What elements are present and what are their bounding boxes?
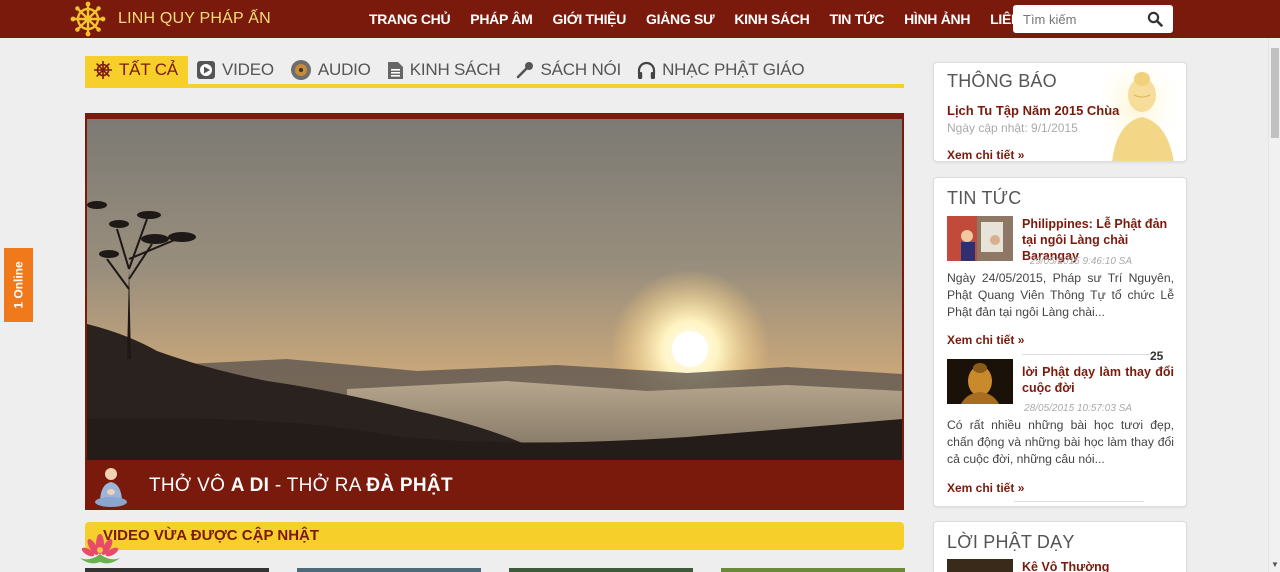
recent-videos-header: VIDEO VỪA ĐƯỢC CẬP NHẬT <box>85 522 904 550</box>
news-card: TIN TỨC Philippines: Lễ Phật đản tại ngô… <box>933 177 1187 507</box>
video-thumbnail[interactable] <box>509 568 693 572</box>
news-item-time: 29/05/2015 9:46:10 SA <box>1029 256 1132 267</box>
news-item-more-link[interactable]: Xem chi tiết » <box>947 333 1024 347</box>
buddha-thumbnail-image[interactable] <box>947 359 1013 404</box>
nav-images[interactable]: HÌNH ẢNH <box>894 0 980 38</box>
search-input[interactable] <box>1013 5 1138 33</box>
nav-about[interactable]: GIỚI THIỆU <box>543 0 637 38</box>
play-icon <box>196 61 215 79</box>
sunrise-landscape-image <box>87 119 902 460</box>
notice-card: THÔNG BÁO Lịch Tu Tập Năm 2015 Chùa Ngày… <box>933 62 1187 162</box>
notice-item-date: Ngày cập nhật: 9/1/2015 <box>947 121 1078 135</box>
tab-buddhist-music-label: NHẠC PHẬT GIÁO <box>662 60 805 79</box>
tab-audiobooks[interactable]: SÁCH NÓI <box>508 56 629 84</box>
tab-buddhist-music[interactable]: NHẠC PHẬT GIÁO <box>629 56 812 84</box>
news-thumbnail-image[interactable] <box>947 216 1013 261</box>
top-header: LINH QUY PHÁP ẤN TRANG CHỦ PHÁP ÂM GIỚI … <box>0 0 1280 38</box>
meditating-monk-icon <box>95 468 127 507</box>
main-nav: TRANG CHỦ PHÁP ÂM GIỚI THIỆU GIẢNG SƯ KI… <box>359 0 1053 38</box>
news-item-description: Có rất nhiều những bài học tươi đẹp, chấ… <box>947 418 1174 466</box>
teaching-item-title[interactable]: Kệ Vô Thường <box>1022 560 1109 572</box>
tab-video-label: VIDEO <box>221 60 274 79</box>
nav-home[interactable]: TRANG CHỦ <box>359 0 460 38</box>
notice-more-link[interactable]: Xem chi tiết » <box>947 148 1024 161</box>
tab-video[interactable]: VIDEO <box>188 56 282 84</box>
video-thumbnail[interactable] <box>297 568 481 572</box>
tab-all[interactable]: TẤT CẢ <box>85 56 188 84</box>
notice-item-title[interactable]: Lịch Tu Tập Năm 2015 Chùa <box>947 103 1119 118</box>
tab-books[interactable]: KINH SÁCH <box>379 56 509 84</box>
brand-name: LINH QUY PHÁP ẤN <box>118 10 271 27</box>
hero-sunrise-image[interactable] <box>85 117 904 462</box>
media-filter-tabs: TẤT CẢ VIDEO AUDIO KINH SÁCH SÁCH NÓI NH… <box>85 56 904 88</box>
search-icon[interactable] <box>1147 11 1163 27</box>
tab-audio[interactable]: AUDIO <box>282 56 379 84</box>
slogan-bold-1: A DI <box>230 475 270 496</box>
video-thumbnails-row <box>85 568 905 572</box>
news-item-title[interactable]: lời Phật dạy làm thay đổi cuộc đời <box>1022 364 1174 396</box>
notice-heading: THÔNG BÁO <box>947 71 1057 91</box>
tab-audiobooks-label: SÁCH NÓI <box>540 60 622 79</box>
brand[interactable]: LINH QUY PHÁP ẤN <box>70 1 271 37</box>
scroll-down-arrow-icon[interactable]: ▼ <box>1271 560 1279 569</box>
nav-dharma-audio[interactable]: PHÁP ÂM <box>460 0 542 38</box>
tab-audio-label: AUDIO <box>317 60 371 79</box>
audio-disc-icon <box>290 60 311 80</box>
news-item-time: 28/05/2015 10:57:03 SA <box>1024 403 1132 414</box>
recent-videos-title: VIDEO VỪA ĐƯỢC CẬP NHẬT <box>103 527 320 544</box>
news-heading: TIN TỨC <box>947 188 1022 208</box>
search-box <box>1013 5 1173 33</box>
lotus-flower-icon <box>80 534 120 564</box>
online-count-tab[interactable]: 1 Online <box>4 248 33 322</box>
online-count-label: 1 Online <box>11 261 26 309</box>
slogan-part-2: - THỞ RA <box>269 475 367 496</box>
news-item-count: 25 <box>1150 349 1164 363</box>
nav-news[interactable]: TIN TỨC <box>819 0 894 38</box>
slogan-banner: THỞ VÔ A DI - THỞ RA ĐÀ PHẬT <box>85 462 904 510</box>
page-scrollbar[interactable]: ▼ <box>1268 38 1280 572</box>
book-icon <box>387 61 403 79</box>
news-item-more-link[interactable]: Xem chi tiết » <box>947 481 1024 495</box>
news-divider <box>1014 501 1144 502</box>
news-item-description: Ngày 24/05/2015, Pháp sư Trí Nguyên, Phậ… <box>947 271 1174 319</box>
video-thumbnail[interactable] <box>85 568 269 572</box>
teachings-heading: LỜI PHẬT DẠY <box>947 532 1075 552</box>
slogan-part-1: THỞ VÔ <box>149 475 231 496</box>
news-divider <box>1022 354 1152 355</box>
tab-all-label: TẤT CẢ <box>119 60 178 79</box>
video-thumbnail[interactable] <box>721 568 905 572</box>
microphone-icon <box>517 62 534 79</box>
scrollbar-thumb[interactable] <box>1271 48 1279 138</box>
teachings-card: LỜI PHẬT DẠY Kệ Vô Thường <box>933 521 1187 572</box>
nav-books[interactable]: KINH SÁCH <box>724 0 819 38</box>
headphones-icon <box>637 61 656 79</box>
teaching-thumbnail-image[interactable] <box>947 559 1013 572</box>
nav-lecturers[interactable]: GIẢNG SƯ <box>636 0 724 38</box>
dharma-wheel-icon <box>94 61 112 79</box>
slogan-bold-2: ĐÀ PHẬT <box>366 475 453 496</box>
slogan-text: THỞ VÔ A DI - THỞ RA ĐÀ PHẬT <box>149 475 453 497</box>
dharma-wheel-icon <box>70 1 106 37</box>
tab-books-label: KINH SÁCH <box>409 60 501 79</box>
